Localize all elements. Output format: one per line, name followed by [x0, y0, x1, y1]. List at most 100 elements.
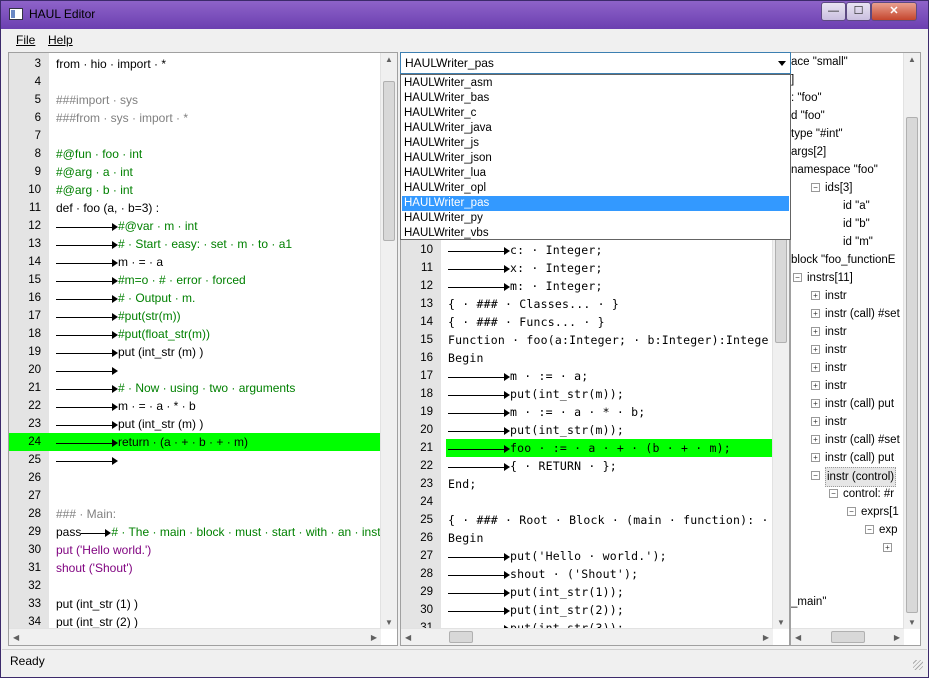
source-editor[interactable]: 3 from · hio · import · * 4 5 ###import · sy… [8, 52, 398, 646]
code-line[interactable]: 15 #m=o · # · error · forced [9, 271, 381, 289]
tree-scroll-thumb[interactable] [906, 117, 918, 613]
code-line[interactable]: 9 #@arg · a · int [9, 163, 381, 181]
code-line[interactable]: 22 m · = · a · * · b [9, 397, 381, 415]
code-line[interactable]: 7 [9, 127, 381, 145]
source-scroll-thumb[interactable] [383, 81, 395, 241]
scroll-left-arrow-icon[interactable]: ◀ [13, 633, 19, 642]
code-line[interactable]: 26 [9, 469, 381, 487]
writer-option[interactable]: HAULWriter_json [402, 151, 789, 166]
code-line[interactable]: 11 x: · Integer; [401, 259, 773, 277]
code-line[interactable]: 18 #put(float_str(m)) [9, 325, 381, 343]
writer-option[interactable]: HAULWriter_opl [402, 181, 789, 196]
writer-option[interactable]: HAULWriter_java [402, 121, 789, 136]
resize-grip-icon[interactable] [913, 660, 923, 670]
code-line[interactable]: 27 put('Hello · world.'); [401, 547, 773, 565]
writer-option[interactable]: HAULWriter_vbs [402, 226, 789, 241]
writer-option[interactable]: HAULWriter_js [402, 136, 789, 151]
code-line[interactable]: 16 # · Output · m. [9, 289, 381, 307]
scroll-down-arrow-icon[interactable]: ▼ [908, 618, 916, 627]
code-line[interactable]: 13 # · Start · easy: · set · m · to · a1 [9, 235, 381, 253]
code-line[interactable]: 12 m: · Integer; [401, 277, 773, 295]
expand-icon[interactable]: + [811, 381, 820, 390]
scroll-right-arrow-icon[interactable]: ▶ [894, 633, 900, 642]
collapse-icon[interactable]: − [865, 525, 874, 534]
collapse-icon[interactable]: − [811, 471, 820, 480]
source-vertical-scrollbar[interactable]: ▲ ▼ [380, 53, 397, 629]
scroll-down-arrow-icon[interactable]: ▼ [385, 618, 393, 627]
expand-icon[interactable]: + [811, 435, 820, 444]
code-line[interactable]: 19 m · := · a · * · b; [401, 403, 773, 421]
code-line[interactable]: 21 foo · := · a · + · (b · + · m); [420, 439, 772, 457]
code-line[interactable]: 10 c: · Integer; [401, 241, 773, 259]
scroll-down-arrow-icon[interactable]: ▼ [777, 618, 785, 627]
writer-option[interactable]: HAULWriter_pas [402, 196, 789, 211]
expand-icon[interactable]: + [811, 453, 820, 462]
code-line[interactable]: 30 put(int_str(2)); [401, 601, 773, 619]
chevron-down-icon[interactable] [778, 61, 786, 66]
expand-icon[interactable]: + [811, 327, 820, 336]
expand-icon[interactable]: + [883, 543, 892, 552]
code-line[interactable]: 12 #@var · m · int [9, 217, 381, 235]
code-line[interactable]: 23 put (int_str (m) ) [9, 415, 381, 433]
code-line[interactable]: 16 Begin [401, 349, 773, 367]
expand-icon[interactable]: + [811, 417, 820, 426]
title-bar[interactable]: HAUL Editor — ☐ ✕ [1, 1, 928, 29]
scroll-left-arrow-icon[interactable]: ◀ [795, 633, 801, 642]
code-line[interactable]: 32 [9, 577, 381, 595]
code-line[interactable]: 22 { · RETURN · }; [401, 457, 773, 475]
output-hscroll-thumb[interactable] [449, 631, 473, 643]
code-line[interactable]: 23 End; [401, 475, 773, 493]
code-line[interactable]: 11 def · foo (a, · b=3) : [9, 199, 381, 217]
tree-hscroll-thumb[interactable] [831, 631, 865, 643]
code-line[interactable]: 24 return · (a · + · b · + · m) [9, 433, 381, 451]
menu-help[interactable]: Help [48, 33, 73, 47]
expand-icon[interactable]: + [811, 309, 820, 318]
code-line[interactable]: 28 shout · ('Shout'); [401, 565, 773, 583]
expand-icon[interactable]: + [811, 363, 820, 372]
code-line[interactable]: 19 put (int_str (m) ) [9, 343, 381, 361]
code-line[interactable]: 5 ###import · sys [9, 91, 381, 109]
code-line[interactable]: 4 [9, 73, 381, 91]
scroll-left-arrow-icon[interactable]: ◀ [405, 633, 411, 642]
output-horizontal-scrollbar[interactable]: ◀ ▶ [401, 628, 773, 645]
scroll-right-arrow-icon[interactable]: ▶ [763, 633, 769, 642]
ast-tree-view[interactable]: ace "small"]: "foo" d "foo" type "#int" arg… [790, 52, 921, 646]
code-line[interactable]: 13 { · ### · Classes... · } [401, 295, 773, 313]
code-line[interactable]: 14 m · = · a [9, 253, 381, 271]
writer-select[interactable]: HAULWriter_pas [400, 52, 791, 74]
code-line[interactable]: 28 ### · Main: [9, 505, 381, 523]
writer-option[interactable]: HAULWriter_asm [402, 76, 789, 91]
code-line[interactable]: 20 put(int_str(m)); [401, 421, 773, 439]
writer-option[interactable]: HAULWriter_bas [402, 91, 789, 106]
output-scroll-thumb[interactable] [775, 238, 787, 343]
source-horizontal-scrollbar[interactable]: ◀ ▶ [9, 628, 381, 645]
tree-horizontal-scrollbar[interactable]: ◀ ▶ [791, 628, 904, 645]
code-line[interactable]: 10 #@arg · b · int [9, 181, 381, 199]
code-line[interactable]: 29 put(int_str(1)); [401, 583, 773, 601]
writer-options-list[interactable]: HAULWriter_asm HAULWriter_bas HAULWriter_c… [400, 74, 791, 240]
code-line[interactable]: 24 [401, 493, 773, 511]
code-line[interactable]: 33 put (int_str (1) ) [9, 595, 381, 613]
code-line[interactable]: 30 put ('Hello world.') [9, 541, 381, 559]
close-button[interactable]: ✕ [871, 2, 917, 21]
code-line[interactable]: 31 shout ('Shout') [9, 559, 381, 577]
code-line[interactable]: 17 #put(str(m)) [9, 307, 381, 325]
code-line[interactable]: 6 ###from · sys · import · * [9, 109, 381, 127]
expand-icon[interactable]: + [811, 345, 820, 354]
code-line[interactable]: 29 pass # · The · main · block · must · st… [9, 523, 397, 541]
scroll-right-arrow-icon[interactable]: ▶ [371, 633, 377, 642]
expand-icon[interactable]: + [811, 291, 820, 300]
code-line[interactable]: 21 # · Now · using · two · arguments [9, 379, 381, 397]
code-line[interactable]: 27 [9, 487, 381, 505]
code-line[interactable]: 18 put(int_str(m)); [401, 385, 773, 403]
code-line[interactable]: 3 from · hio · import · * [9, 55, 381, 73]
scroll-up-arrow-icon[interactable]: ▲ [908, 55, 916, 64]
code-line[interactable]: 26 Begin [401, 529, 773, 547]
writer-option[interactable]: HAULWriter_py [402, 211, 789, 226]
code-line[interactable]: 25 [9, 451, 381, 469]
collapse-icon[interactable]: − [793, 273, 802, 282]
menu-file[interactable]: File [16, 33, 35, 47]
code-line[interactable]: 8 #@fun · foo · int [9, 145, 381, 163]
code-line[interactable]: 17 m · := · a; [401, 367, 773, 385]
collapse-icon[interactable]: − [811, 183, 820, 192]
